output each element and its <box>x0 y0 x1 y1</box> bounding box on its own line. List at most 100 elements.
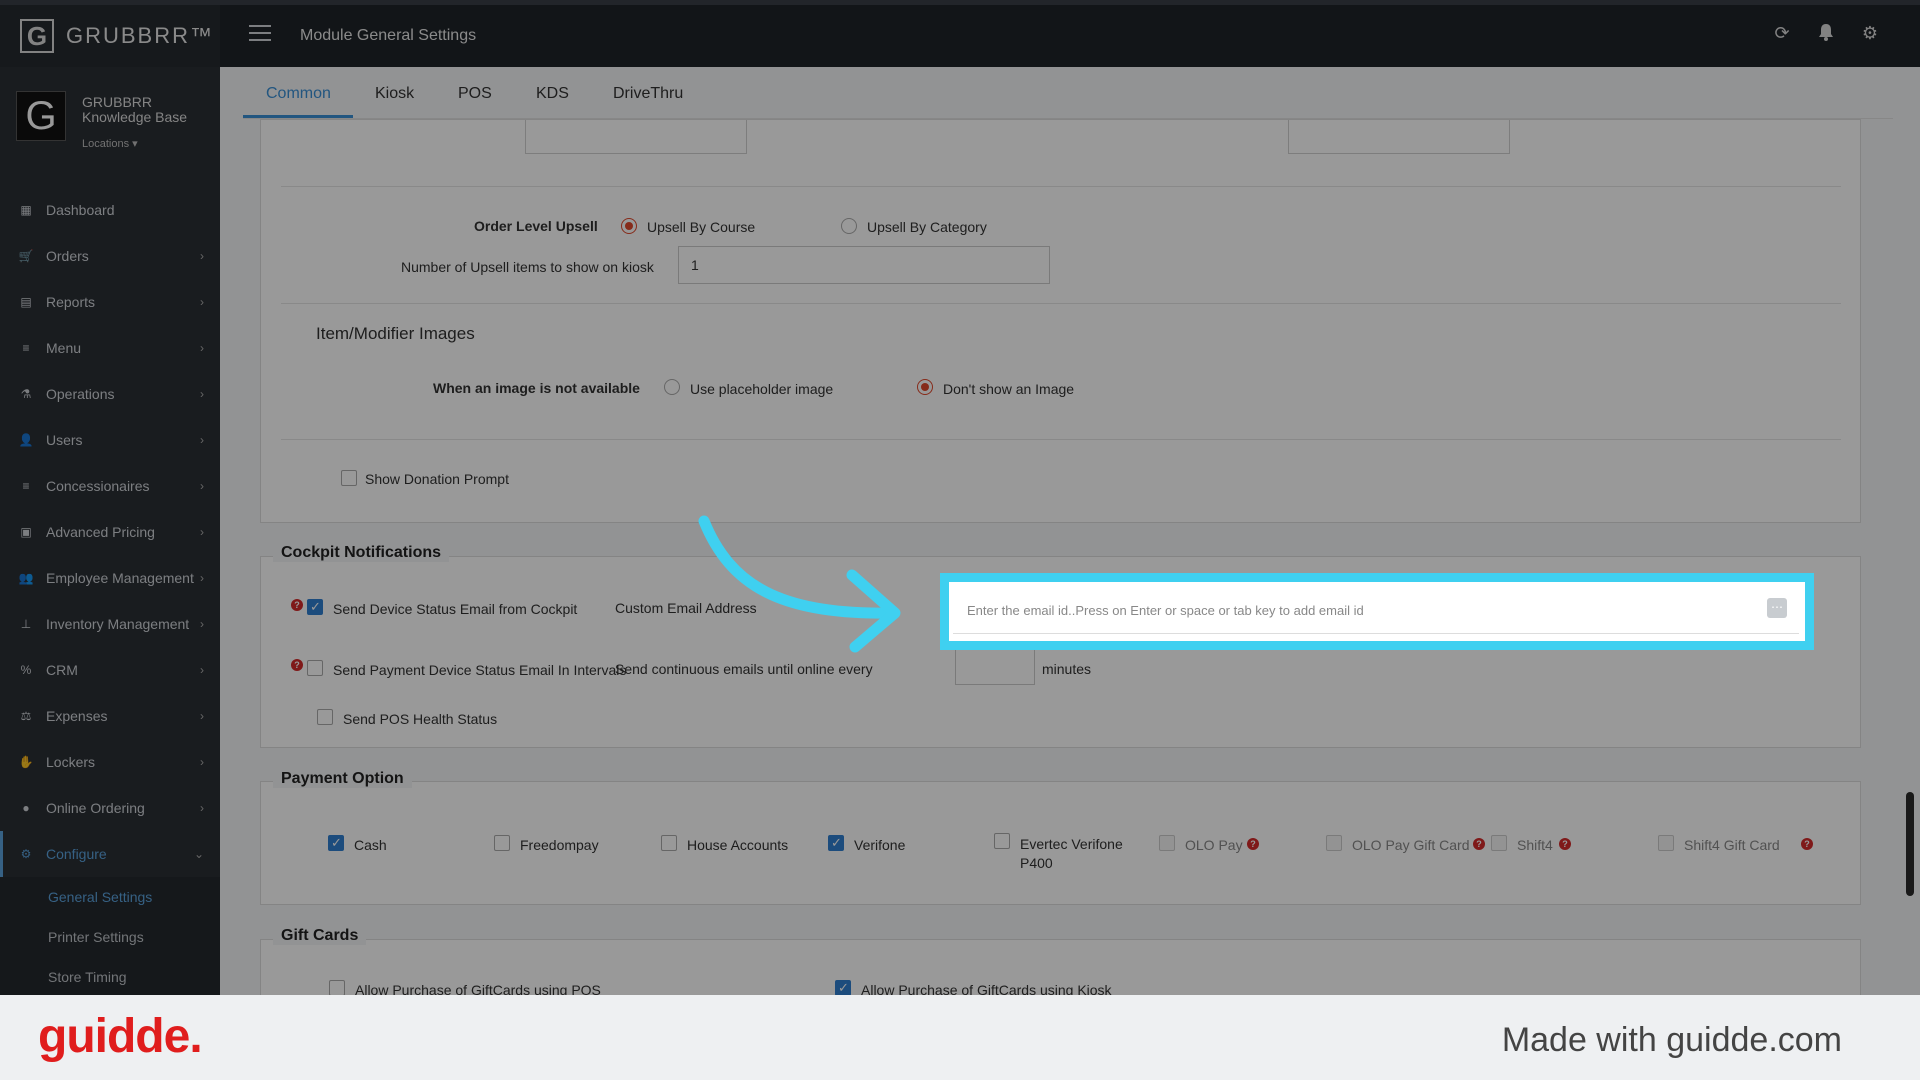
payment-shift4-gift-card-label: Shift4 Gift Card <box>1684 837 1780 853</box>
module-tabs: Common Kiosk POS KDS DriveThru <box>243 67 1893 119</box>
sidebar-item-dashboard[interactable]: ▦ Dashboard <box>0 187 220 233</box>
send-payment-status-label: Send Payment Device Status Email In Inte… <box>333 662 627 678</box>
interval-minutes-input[interactable] <box>955 647 1035 685</box>
giftcard-pos-checkbox[interactable] <box>329 980 345 995</box>
payment-house-accounts-checkbox[interactable] <box>661 835 677 851</box>
report-icon: ▤ <box>20 295 32 309</box>
top-bar: G GRUBBRR™ Module General Settings ⟳ ⚙ <box>0 0 1920 67</box>
chevron-right-icon: › <box>200 433 204 447</box>
sidebar-item-reports[interactable]: ▤ Reports › <box>0 279 220 325</box>
hamburger-menu-icon[interactable] <box>249 25 271 46</box>
giftcard-pos-label: Allow Purchase of GiftCards using POS <box>355 982 601 995</box>
help-icon[interactable]: ? <box>1801 838 1813 850</box>
chevron-right-icon: › <box>200 387 204 401</box>
cog-icon: ⚙ <box>20 847 32 861</box>
send-pos-health-checkbox[interactable] <box>317 709 333 725</box>
divider <box>281 303 1841 304</box>
tab-pos[interactable]: POS <box>458 85 492 103</box>
tutorial-arrow-icon <box>698 515 901 653</box>
help-icon[interactable]: ? <box>1247 838 1259 850</box>
sidebar-item-online-ordering[interactable]: ● Online Ordering › <box>0 785 220 831</box>
payment-shift4-gift-card-checkbox[interactable] <box>1658 835 1674 851</box>
payment-cash-label: Cash <box>354 837 387 853</box>
image-unavailable-label: When an image is not available <box>433 380 640 396</box>
giftcard-kiosk-checkbox[interactable] <box>835 980 851 995</box>
chevron-right-icon: › <box>200 755 204 769</box>
made-with-text: Made with guidde.com <box>1501 1021 1842 1059</box>
chevron-right-icon: › <box>200 295 204 309</box>
brand-logo[interactable]: G GRUBBRR™ <box>0 5 220 67</box>
cart-icon: 🛒 <box>18 249 34 263</box>
sidebar-item-configure[interactable]: ⚙ Configure ⌄ <box>0 831 220 877</box>
tab-kds[interactable]: KDS <box>536 85 569 103</box>
sidebar-item-concessionaires[interactable]: ≡ Concessionaires › <box>0 463 220 509</box>
payment-evertec-checkbox[interactable] <box>994 833 1010 849</box>
tab-common[interactable]: Common <box>266 85 331 103</box>
highlighted-email-field: Enter the email id..Press on Enter or sp… <box>940 573 1814 650</box>
textarea-right[interactable] <box>1288 120 1510 154</box>
percent-icon: % <box>20 663 32 677</box>
subnav-general-settings[interactable]: General Settings <box>0 877 220 917</box>
payment-olo-gift-card-checkbox[interactable] <box>1326 835 1342 851</box>
chevron-right-icon: › <box>200 249 204 263</box>
scale-icon: ⚖ <box>20 709 32 723</box>
custom-email-input[interactable]: Enter the email id..Press on Enter or sp… <box>953 588 1799 634</box>
sidebar-item-employee-management[interactable]: 👥 Employee Management › <box>0 555 220 601</box>
giftcard-kiosk-label: Allow Purchase of GiftCards using Kiosk <box>861 982 1112 995</box>
help-icon[interactable]: ? <box>291 599 303 611</box>
payment-verifone-checkbox[interactable] <box>828 835 844 851</box>
payment-olo-pay-checkbox[interactable] <box>1159 835 1175 851</box>
more-options-icon[interactable]: ⋯ <box>1767 598 1787 618</box>
payment-panel: Cash Freedompay House Accounts Verifone … <box>260 781 1861 905</box>
radio-dont-show-image[interactable] <box>917 379 933 395</box>
payment-shift4-checkbox[interactable] <box>1491 835 1507 851</box>
sidebar-item-menu[interactable]: ≡ Menu › <box>0 325 220 371</box>
upsell-by-course-label: Upsell By Course <box>647 219 756 235</box>
gear-icon[interactable]: ⚙ <box>1860 23 1880 43</box>
payment-freedompay-checkbox[interactable] <box>494 835 510 851</box>
sidebar-item-crm[interactable]: % CRM › <box>0 647 220 693</box>
radio-upsell-by-course[interactable] <box>621 218 637 234</box>
chevron-right-icon: › <box>200 525 204 539</box>
logo-mark: G <box>20 19 54 53</box>
users-icon: 👥 <box>18 571 34 585</box>
chevron-right-icon: › <box>200 801 204 815</box>
radio-use-placeholder[interactable] <box>664 379 680 395</box>
locations-dropdown[interactable]: Locations ▾ <box>82 137 138 150</box>
gift-cards-section-title: Gift Cards <box>273 927 367 945</box>
radio-upsell-by-category[interactable] <box>841 218 857 234</box>
logo-text: GRUBBRR™ <box>66 23 215 48</box>
sidebar-item-lockers[interactable]: ✋ Lockers › <box>0 739 220 785</box>
show-donation-label: Show Donation Prompt <box>365 471 509 487</box>
payment-cash-checkbox[interactable] <box>328 835 344 851</box>
tab-drivethru[interactable]: DriveThru <box>613 85 683 103</box>
sidebar-item-advanced-pricing[interactable]: ▣ Advanced Pricing › <box>0 509 220 555</box>
help-icon[interactable]: ? <box>1473 838 1485 850</box>
gift-cards-panel: Allow Purchase of GiftCards using POS Al… <box>260 939 1861 995</box>
scrollbar-thumb[interactable] <box>1906 792 1914 896</box>
chevron-down-icon: ⌄ <box>193 847 204 861</box>
sidebar-item-users[interactable]: 👤 Users › <box>0 417 220 463</box>
help-icon[interactable]: ? <box>291 659 303 671</box>
sidebar-item-operations[interactable]: ⚗ Operations › <box>0 371 220 417</box>
use-placeholder-label: Use placeholder image <box>690 381 834 397</box>
sidebar-item-orders[interactable]: 🛒 Orders › <box>0 233 220 279</box>
refresh-icon[interactable]: ⟳ <box>1772 23 1792 43</box>
payment-house-accounts-label: House Accounts <box>687 837 789 853</box>
show-donation-checkbox[interactable] <box>341 470 357 486</box>
textarea-left[interactable] <box>525 120 747 154</box>
list-icon: ≡ <box>22 341 30 355</box>
sidebar-item-expenses[interactable]: ⚖ Expenses › <box>0 693 220 739</box>
upsell-count-input[interactable]: 1 <box>678 246 1050 284</box>
send-payment-status-checkbox[interactable] <box>307 660 323 676</box>
send-device-status-checkbox[interactable] <box>307 599 323 615</box>
lockers-icon: ✋ <box>18 755 34 769</box>
send-device-status-label: Send Device Status Email from Cockpit <box>333 601 578 617</box>
help-icon[interactable]: ? <box>1559 838 1571 850</box>
tab-kiosk[interactable]: Kiosk <box>375 85 414 103</box>
upsell-by-category-label: Upsell By Category <box>867 219 987 235</box>
subnav-printer-settings[interactable]: Printer Settings <box>0 917 220 957</box>
bell-icon[interactable] <box>1816 23 1836 43</box>
sidebar-item-inventory-management[interactable]: ⊥ Inventory Management › <box>0 601 220 647</box>
subnav-store-timing[interactable]: Store Timing <box>0 957 220 995</box>
